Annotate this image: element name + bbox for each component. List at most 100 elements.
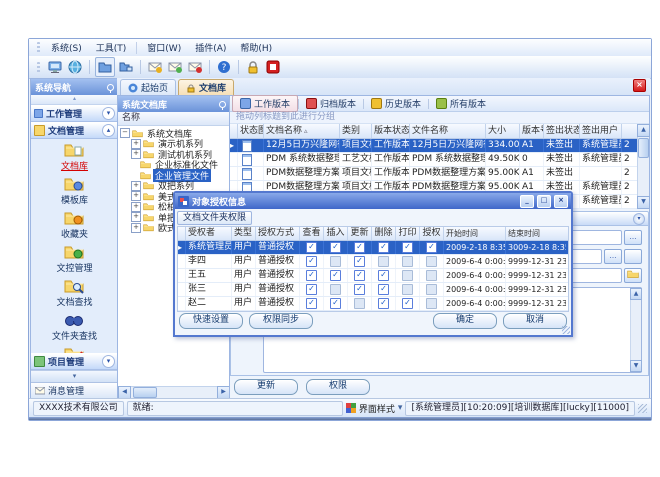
folder-button[interactable] bbox=[624, 268, 642, 283]
permission-sync-button[interactable]: 权限同步 bbox=[249, 313, 313, 329]
interface-style-label[interactable]: 界面样式 bbox=[359, 402, 395, 415]
update-checkbox[interactable] bbox=[354, 256, 365, 267]
view-checkbox[interactable] bbox=[306, 270, 317, 281]
menu-tools[interactable]: 工具(T) bbox=[89, 39, 134, 56]
folder-computer-icon[interactable] bbox=[117, 58, 135, 76]
column-header[interactable]: 结束时间 bbox=[506, 227, 566, 240]
exit-icon[interactable] bbox=[264, 58, 282, 76]
grant-checkbox[interactable] bbox=[426, 256, 437, 267]
insert-checkbox[interactable] bbox=[330, 298, 341, 309]
scroll-down-icon[interactable]: ▼ bbox=[637, 196, 650, 209]
small-button[interactable] bbox=[624, 249, 642, 264]
permission-row[interactable]: 张三 用户 普通授权 2009-6-4 0:00:00 9999-12-31 2… bbox=[178, 283, 568, 297]
sidebar-footer-tab[interactable]: 消息管理 bbox=[31, 382, 118, 398]
expand-icon[interactable]: + bbox=[131, 212, 141, 222]
column-header[interactable]: 版本号 bbox=[520, 124, 544, 138]
print-checkbox[interactable] bbox=[402, 270, 413, 281]
menu-plugins[interactable]: 插件(A) bbox=[188, 39, 233, 56]
group-by-hint[interactable]: 拖动列标题到此进行分组 bbox=[230, 112, 649, 124]
sidebar-item-favorites[interactable]: 收藏夹 bbox=[61, 210, 88, 240]
expand-icon[interactable]: + bbox=[131, 191, 141, 201]
tab-history-version[interactable]: 历史版本 bbox=[364, 96, 428, 111]
tab-work-version[interactable]: 工作版本 bbox=[232, 95, 298, 112]
sidebar-item-folder-search[interactable]: 文件夹查找 bbox=[52, 312, 97, 342]
tab-all-versions[interactable]: 所有版本 bbox=[429, 96, 493, 111]
pin-icon[interactable] bbox=[219, 101, 226, 108]
column-header[interactable]: 查看 bbox=[300, 227, 324, 240]
print-checkbox[interactable] bbox=[402, 242, 413, 253]
vertical-scrollbar[interactable]: ▲ ▼ bbox=[637, 124, 649, 209]
column-header[interactable]: 状态图 bbox=[238, 124, 264, 138]
menu-system[interactable]: 系统(S) bbox=[44, 39, 89, 56]
column-header[interactable]: 插入 bbox=[324, 227, 348, 240]
view-checkbox[interactable] bbox=[306, 298, 317, 309]
toolbar-grip[interactable] bbox=[37, 42, 40, 53]
expand-icon[interactable]: + bbox=[131, 149, 141, 159]
scrollbar-thumb[interactable] bbox=[133, 387, 157, 398]
minimize-icon[interactable]: _ bbox=[520, 195, 534, 208]
sidebar-item-checked-out[interactable]: 签出的文档 bbox=[52, 346, 97, 353]
cancel-button[interactable]: 取消 bbox=[503, 313, 567, 329]
column-header[interactable]: 开始时间 bbox=[444, 227, 506, 240]
insert-checkbox[interactable] bbox=[330, 284, 341, 295]
desktop-icon[interactable] bbox=[46, 58, 64, 76]
grant-checkbox[interactable] bbox=[426, 270, 437, 281]
close-tab-icon[interactable]: × bbox=[633, 79, 646, 92]
expand-icon[interactable]: + bbox=[131, 223, 141, 233]
vertical-scrollbar[interactable]: ▲ ▼ bbox=[630, 288, 641, 372]
insert-checkbox[interactable] bbox=[330, 270, 341, 281]
column-header[interactable]: 大小 bbox=[486, 124, 520, 138]
permission-row[interactable]: 赵二 用户 普通授权 2009-6-4 0:00:00 9999-12-31 2… bbox=[178, 297, 568, 311]
ellipsis-button[interactable]: … bbox=[604, 249, 622, 264]
sidebar-item-templates[interactable]: 模板库 bbox=[61, 176, 88, 206]
resize-grip[interactable] bbox=[562, 326, 570, 334]
view-checkbox[interactable] bbox=[306, 256, 317, 267]
column-header[interactable]: 授权方式 bbox=[256, 227, 300, 240]
permission-row[interactable]: 王五 用户 普通授权 2009-6-4 0:00:00 9999-12-31 2… bbox=[178, 269, 568, 283]
update-checkbox[interactable] bbox=[354, 298, 365, 309]
tab-folder-permissions[interactable]: 文档文件夹权限 bbox=[177, 211, 252, 225]
column-header[interactable]: 删除 bbox=[372, 227, 396, 240]
sidebar-item-doc-control[interactable]: 文控管理 bbox=[56, 244, 92, 274]
column-header[interactable]: 受权者 bbox=[186, 227, 232, 240]
column-header[interactable]: 打印 bbox=[396, 227, 420, 240]
grant-checkbox[interactable] bbox=[426, 298, 437, 309]
delete-checkbox[interactable] bbox=[378, 298, 389, 309]
chevron-down-icon[interactable] bbox=[102, 355, 115, 368]
expand-icon[interactable]: + bbox=[131, 181, 141, 191]
table-row[interactable]: PDM数据整理方案.doc 项目文档 工作版本 PDM数据整理方案.doc 95… bbox=[230, 167, 649, 181]
column-header[interactable]: 文件名称 bbox=[410, 124, 486, 138]
chevron-up-icon[interactable] bbox=[102, 124, 115, 137]
tab-archive-version[interactable]: 归档版本 bbox=[299, 96, 363, 111]
update-checkbox[interactable] bbox=[354, 284, 365, 295]
view-checkbox[interactable] bbox=[306, 242, 317, 253]
column-header[interactable]: 签出用户 bbox=[580, 124, 622, 138]
mail-new-icon[interactable] bbox=[146, 58, 164, 76]
sidebar-section-document[interactable]: 文档管理 bbox=[31, 122, 118, 139]
permission-row[interactable]: 李四 用户 普通授权 2009-6-4 0:00:00 9999-12-31 2… bbox=[178, 255, 568, 269]
toolbar-grip[interactable] bbox=[37, 62, 40, 73]
update-button[interactable]: 更新 bbox=[234, 379, 298, 395]
collapse-strip[interactable] bbox=[31, 95, 118, 105]
menu-window[interactable]: 窗口(W) bbox=[140, 39, 188, 56]
table-row[interactable]: 12月5日万兴隆网行... 项目文档 工作版本 12月5日万兴隆网行... 33… bbox=[230, 139, 649, 153]
expand-icon[interactable]: + bbox=[131, 139, 141, 149]
table-row[interactable]: PDM 系统数据整理检... 工艺文档 工作版本 PDM 系统数据整理... 4… bbox=[230, 153, 649, 167]
column-header[interactable]: 类别 bbox=[340, 124, 372, 138]
view-checkbox[interactable] bbox=[306, 284, 317, 295]
insert-checkbox[interactable] bbox=[330, 242, 341, 253]
globe-icon[interactable] bbox=[66, 58, 84, 76]
update-checkbox[interactable] bbox=[354, 242, 365, 253]
delete-checkbox[interactable] bbox=[378, 284, 389, 295]
expand-icon[interactable]: + bbox=[131, 202, 141, 212]
column-header[interactable]: 签出状态 bbox=[544, 124, 580, 138]
tree-column-header[interactable]: 名称 bbox=[118, 112, 230, 126]
maximize-icon[interactable]: □ bbox=[537, 195, 551, 208]
column-header-sorted[interactable]: 文档名称 bbox=[264, 124, 340, 138]
detail-settings-icon[interactable] bbox=[633, 213, 645, 225]
chevron-down-icon[interactable] bbox=[398, 403, 403, 413]
resize-grip[interactable] bbox=[638, 404, 647, 413]
column-header[interactable]: 版本状态 bbox=[372, 124, 410, 138]
permission-row[interactable]: 系统管理员 用户 普通授权 2009-2-18 8:35:57 3009-2-1… bbox=[178, 241, 568, 255]
delete-checkbox[interactable] bbox=[378, 242, 389, 253]
